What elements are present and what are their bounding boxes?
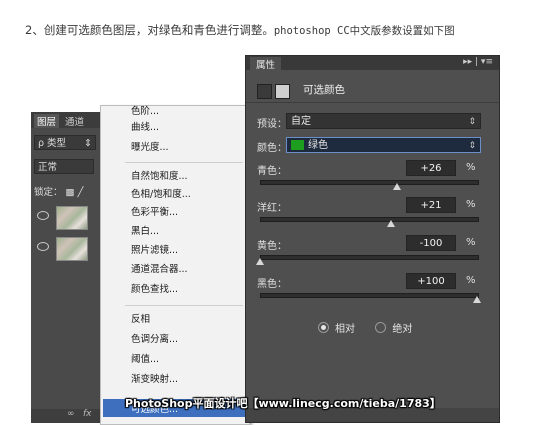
menu-item-color-lookup[interactable]: 颜色查找...	[131, 281, 178, 295]
properties-title: 可选颜色	[303, 84, 345, 96]
percent-unit: %	[466, 199, 476, 210]
adjustment-menu: 色阶... 曲线... 曝光度... 自然饱和度... 色相/饱和度... 色彩…	[100, 105, 250, 425]
slider-track[interactable]	[260, 255, 479, 260]
menu-item-photo-filter[interactable]: 照片滤镜...	[131, 242, 178, 256]
percent-unit: %	[466, 237, 476, 248]
slider-track[interactable]	[260, 293, 479, 298]
chevron-updown-icon: ⇕	[468, 141, 476, 151]
menu-item-exposure[interactable]: 曝光度...	[131, 139, 169, 153]
tab-layers[interactable]: 图层	[34, 114, 60, 128]
radio-absolute[interactable]	[375, 322, 387, 333]
mask-icon[interactable]	[275, 84, 290, 99]
radio-relative-label: 相对	[335, 324, 355, 335]
menu-item-invert[interactable]: 反相	[131, 311, 150, 325]
slider-label: 洋红：	[257, 203, 287, 214]
colors-label: 颜色：	[257, 143, 287, 154]
slider-value-input[interactable]: +100	[406, 273, 456, 289]
blend-mode-select[interactable]: 正常	[34, 159, 94, 174]
tab-properties[interactable]: 属性	[250, 57, 282, 71]
slider-value-input[interactable]: +21	[406, 197, 456, 213]
layer-thumbnail	[56, 206, 88, 230]
panel-menu-icon[interactable]: ▸▸ | ▾≡	[463, 57, 493, 67]
layer-filter-select[interactable]: ρ 类型 ⇕	[34, 135, 96, 150]
fx-icon[interactable]: fx	[83, 409, 92, 419]
preset-select[interactable]: 自定 ⇕	[286, 113, 481, 129]
lock-row: 锁定： ▩ ╱	[34, 184, 83, 198]
caption-text: 2、创建可选颜色图层，对绿色和青色进行调整。	[25, 23, 274, 37]
colors-select[interactable]: 绿色 ⇕	[286, 137, 481, 153]
slider-thumb[interactable]	[473, 296, 481, 303]
slider-track[interactable]	[260, 180, 479, 185]
watermark-text: PhotoShop平面设计吧【www.linecg.com/tieba/1783…	[125, 397, 441, 410]
brush-icon[interactable]: ╱	[78, 187, 84, 198]
menu-item-levels[interactable]: 色阶...	[131, 103, 159, 117]
article-caption: 2、创建可选颜色图层，对绿色和青色进行调整。photoshop CC中文版参数设…	[25, 22, 525, 38]
eye-icon[interactable]	[37, 211, 49, 220]
menu-item-black-white[interactable]: 黑白...	[131, 223, 159, 237]
menu-item-curves[interactable]: 曲线...	[131, 119, 159, 133]
method-radio-group: 相对 绝对	[318, 320, 412, 335]
colors-value: 绿色	[308, 140, 328, 151]
menu-item-vibrance[interactable]: 自然饱和度...	[131, 168, 188, 182]
menu-item-posterize[interactable]: 色调分离...	[131, 331, 178, 345]
layer-thumbnail	[56, 237, 88, 261]
slider-thumb[interactable]	[387, 220, 396, 227]
menu-divider	[125, 162, 243, 163]
caption-text-en: photoshop CC中文版参数设置如下图	[273, 25, 455, 37]
layer-filter-label: ρ 类型	[38, 138, 67, 149]
color-swatch	[291, 140, 304, 150]
slider-label: 黄色：	[257, 241, 287, 252]
properties-panel: 属性 ▸▸ | ▾≡ 可选颜色 预设： 自定 ⇕ 颜色： 绿色 ⇕ 青色： +26…	[245, 55, 500, 423]
slider-track[interactable]	[260, 217, 479, 222]
adjustment-type-icons	[257, 81, 293, 100]
preset-value: 自定	[291, 116, 311, 127]
slider-thumb[interactable]	[256, 258, 264, 265]
menu-divider	[125, 305, 243, 306]
lock-label: 锁定：	[34, 187, 63, 198]
eye-icon[interactable]	[37, 242, 49, 251]
properties-divider	[246, 102, 499, 103]
slider-label: 黑色：	[257, 279, 287, 290]
menu-item-hue-saturation[interactable]: 色相/饱和度...	[131, 186, 191, 200]
menu-item-threshold[interactable]: 阈值...	[131, 351, 159, 365]
chevron-updown-icon: ⇕	[468, 117, 476, 127]
radio-relative[interactable]	[318, 322, 329, 333]
link-icon[interactable]: ∞	[67, 409, 75, 419]
properties-tab-bar: 属性 ▸▸ | ▾≡	[246, 56, 499, 71]
menu-item-color-balance[interactable]: 色彩平衡...	[131, 204, 178, 218]
slider-value-input[interactable]: -100	[406, 235, 456, 251]
slider-value-input[interactable]: +26	[406, 160, 456, 176]
slider-label: 青色：	[257, 166, 287, 177]
preset-label: 预设：	[257, 119, 287, 130]
radio-absolute-label: 绝对	[392, 324, 413, 335]
tab-channels[interactable]: 通道	[65, 114, 84, 128]
slider-thumb[interactable]	[392, 183, 401, 190]
filter-caret-icon: ⇕	[84, 138, 92, 149]
adjustment-icon[interactable]	[257, 84, 272, 99]
menu-item-gradient-map[interactable]: 渐变映射...	[131, 371, 178, 385]
menu-item-channel-mixer[interactable]: 通道混合器...	[131, 261, 188, 275]
lock-pixels-icon[interactable]: ▩	[66, 187, 75, 198]
percent-unit: %	[466, 162, 476, 173]
percent-unit: %	[466, 275, 476, 286]
photoshop-screenshot: 图层 通道 ρ 类型 ⇕ 正常 锁定： ▩ ╱ ∞ fx 色阶... 曲线...…	[25, 55, 500, 425]
